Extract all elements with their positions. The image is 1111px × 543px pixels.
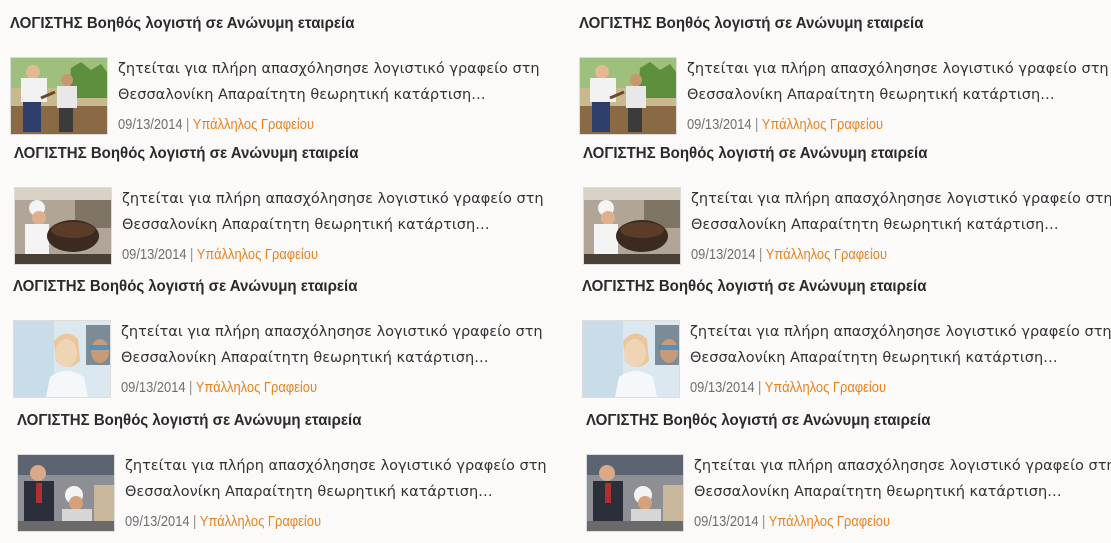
job-excerpt: ζητείται για πλήρη απασχόλησησε λογιστικ…: [122, 186, 544, 238]
excerpt-line: Θεσσαλονίκη Απαραίτητη θεωρητική κατάρτι…: [125, 484, 493, 500]
excerpt-line: Θεσσαλονίκη Απαραίτητη θεωρητική κατάρτι…: [122, 217, 490, 233]
meta-separator: |: [189, 379, 193, 396]
job-excerpt: ζητείται για πλήρη απασχόλησησε λογιστικ…: [694, 453, 1111, 505]
job-thumbnail-image[interactable]: [582, 320, 680, 398]
job-thumbnail-image[interactable]: [579, 57, 677, 135]
job-meta: 09/13/2014 | Υπάλληλος Γραφείου: [691, 246, 887, 263]
excerpt-line: Θεσσαλονίκη Απαραίτητη θεωρητική κατάρτι…: [687, 87, 1055, 103]
meta-separator: |: [190, 246, 194, 263]
meta-separator: |: [759, 246, 763, 263]
excerpt-line: ζητείται για πλήρη απασχόλησησε λογιστικ…: [121, 324, 543, 340]
job-thumbnail-image[interactable]: [13, 320, 111, 398]
excerpt-line: Θεσσαλονίκη Απαραίτητη θεωρητική κατάρτι…: [694, 484, 1062, 500]
meta-separator: |: [186, 116, 190, 133]
job-meta: 09/13/2014 | Υπάλληλος Γραφείου: [118, 116, 314, 133]
job-meta: 09/13/2014 | Υπάλληλος Γραφείου: [687, 116, 883, 133]
meta-separator: |: [755, 116, 759, 133]
category-link[interactable]: Υπάλληλος Γραφείου: [766, 246, 887, 263]
excerpt-line: ζητείται για πλήρη απασχόλησησε λογιστικ…: [687, 61, 1109, 77]
job-meta: 09/13/2014 | Υπάλληλος Γραφείου: [122, 246, 318, 263]
post-date: 09/13/2014: [691, 246, 756, 263]
post-date: 09/13/2014: [125, 513, 190, 530]
job-listing: ΛΟΓΙΣΤΗΣ Βοηθός λογιστή σε Ανώνυμη εταιρ…: [579, 14, 1109, 135]
job-thumbnail-image[interactable]: [10, 57, 108, 135]
category-link[interactable]: Υπάλληλος Γραφείου: [196, 379, 317, 396]
meta-separator: |: [193, 513, 197, 530]
job-title-link[interactable]: ΛΟΓΙΣΤΗΣ Βοηθός λογιστή σε Ανώνυμη εταιρ…: [586, 411, 1084, 431]
category-link[interactable]: Υπάλληλος Γραφείου: [769, 513, 890, 530]
job-meta: 09/13/2014 | Υπάλληλος Γραφείου: [121, 379, 317, 396]
meta-separator: |: [762, 513, 766, 530]
job-thumbnail-image[interactable]: [583, 187, 681, 265]
job-meta: 09/13/2014 | Υπάλληλος Γραφείου: [125, 513, 321, 530]
excerpt-line: Θεσσαλονίκη Απαραίτητη θεωρητική κατάρτι…: [691, 217, 1059, 233]
job-title-link[interactable]: ΛΟΓΙΣΤΗΣ Βοηθός λογιστή σε Ανώνυμη εταιρ…: [583, 144, 1081, 164]
post-date: 09/13/2014: [694, 513, 759, 530]
job-meta: 09/13/2014 | Υπάλληλος Γραφείου: [694, 513, 890, 530]
job-excerpt: ζητείται για πλήρη απασχόλησησε λογιστικ…: [121, 319, 543, 371]
job-listing: ΛΟΓΙΣΤΗΣ Βοηθός λογιστή σε Ανώνυμη εταιρ…: [10, 14, 540, 135]
job-listing: ΛΟΓΙΣΤΗΣ Βοηθός λογιστή σε Ανώνυμη εταιρ…: [17, 411, 547, 532]
job-excerpt: ζητείται για πλήρη απασχόλησησε λογιστικ…: [125, 453, 547, 505]
category-link[interactable]: Υπάλληλος Γραφείου: [200, 513, 321, 530]
category-link[interactable]: Υπάλληλος Γραφείου: [765, 379, 886, 396]
category-link[interactable]: Υπάλληλος Γραφείου: [193, 116, 314, 133]
excerpt-line: ζητείται για πλήρη απασχόλησησε λογιστικ…: [691, 191, 1111, 207]
job-excerpt: ζητείται για πλήρη απασχόλησησε λογιστικ…: [690, 319, 1111, 371]
job-listing: ΛΟΓΙΣΤΗΣ Βοηθός λογιστή σε Ανώνυμη εταιρ…: [586, 411, 1111, 532]
job-listing: ΛΟΓΙΣΤΗΣ Βοηθός λογιστή σε Ανώνυμη εταιρ…: [14, 144, 544, 265]
excerpt-line: ζητείται για πλήρη απασχόλησησε λογιστικ…: [694, 458, 1111, 474]
post-date: 09/13/2014: [690, 379, 755, 396]
job-listing: ΛΟΓΙΣΤΗΣ Βοηθός λογιστή σε Ανώνυμη εταιρ…: [582, 277, 1111, 398]
excerpt-line: Θεσσαλονίκη Απαραίτητη θεωρητική κατάρτι…: [121, 350, 489, 366]
excerpt-line: ζητείται για πλήρη απασχόλησησε λογιστικ…: [122, 191, 544, 207]
job-title-link[interactable]: ΛΟΓΙΣΤΗΣ Βοηθός λογιστή σε Ανώνυμη εταιρ…: [17, 411, 515, 431]
post-date: 09/13/2014: [118, 116, 183, 133]
job-thumbnail-image[interactable]: [14, 187, 112, 265]
job-meta: 09/13/2014 | Υπάλληλος Γραφείου: [690, 379, 886, 396]
excerpt-line: Θεσσαλονίκη Απαραίτητη θεωρητική κατάρτι…: [118, 87, 486, 103]
job-title-link[interactable]: ΛΟΓΙΣΤΗΣ Βοηθός λογιστή σε Ανώνυμη εταιρ…: [10, 14, 508, 34]
category-link[interactable]: Υπάλληλος Γραφείου: [762, 116, 883, 133]
excerpt-line: ζητείται για πλήρη απασχόλησησε λογιστικ…: [690, 324, 1111, 340]
job-thumbnail-image[interactable]: [586, 454, 684, 532]
post-date: 09/13/2014: [122, 246, 187, 263]
job-excerpt: ζητείται για πλήρη απασχόλησησε λογιστικ…: [118, 56, 540, 108]
job-excerpt: ζητείται για πλήρη απασχόλησησε λογιστικ…: [691, 186, 1111, 238]
job-title-link[interactable]: ΛΟΓΙΣΤΗΣ Βοηθός λογιστή σε Ανώνυμη εταιρ…: [579, 14, 1077, 34]
excerpt-line: Θεσσαλονίκη Απαραίτητη θεωρητική κατάρτι…: [690, 350, 1058, 366]
excerpt-line: ζητείται για πλήρη απασχόλησησε λογιστικ…: [118, 61, 540, 77]
meta-separator: |: [758, 379, 762, 396]
job-title-link[interactable]: ΛΟΓΙΣΤΗΣ Βοηθός λογιστή σε Ανώνυμη εταιρ…: [14, 144, 512, 164]
job-excerpt: ζητείται για πλήρη απασχόλησησε λογιστικ…: [687, 56, 1109, 108]
post-date: 09/13/2014: [121, 379, 186, 396]
job-title-link[interactable]: ΛΟΓΙΣΤΗΣ Βοηθός λογιστή σε Ανώνυμη εταιρ…: [582, 277, 1080, 297]
excerpt-line: ζητείται για πλήρη απασχόλησησε λογιστικ…: [125, 458, 547, 474]
job-title-link[interactable]: ΛΟΓΙΣΤΗΣ Βοηθός λογιστή σε Ανώνυμη εταιρ…: [13, 277, 511, 297]
category-link[interactable]: Υπάλληλος Γραφείου: [197, 246, 318, 263]
post-date: 09/13/2014: [687, 116, 752, 133]
job-thumbnail-image[interactable]: [17, 454, 115, 532]
job-listing: ΛΟΓΙΣΤΗΣ Βοηθός λογιστή σε Ανώνυμη εταιρ…: [13, 277, 543, 398]
job-listing: ΛΟΓΙΣΤΗΣ Βοηθός λογιστή σε Ανώνυμη εταιρ…: [583, 144, 1111, 265]
